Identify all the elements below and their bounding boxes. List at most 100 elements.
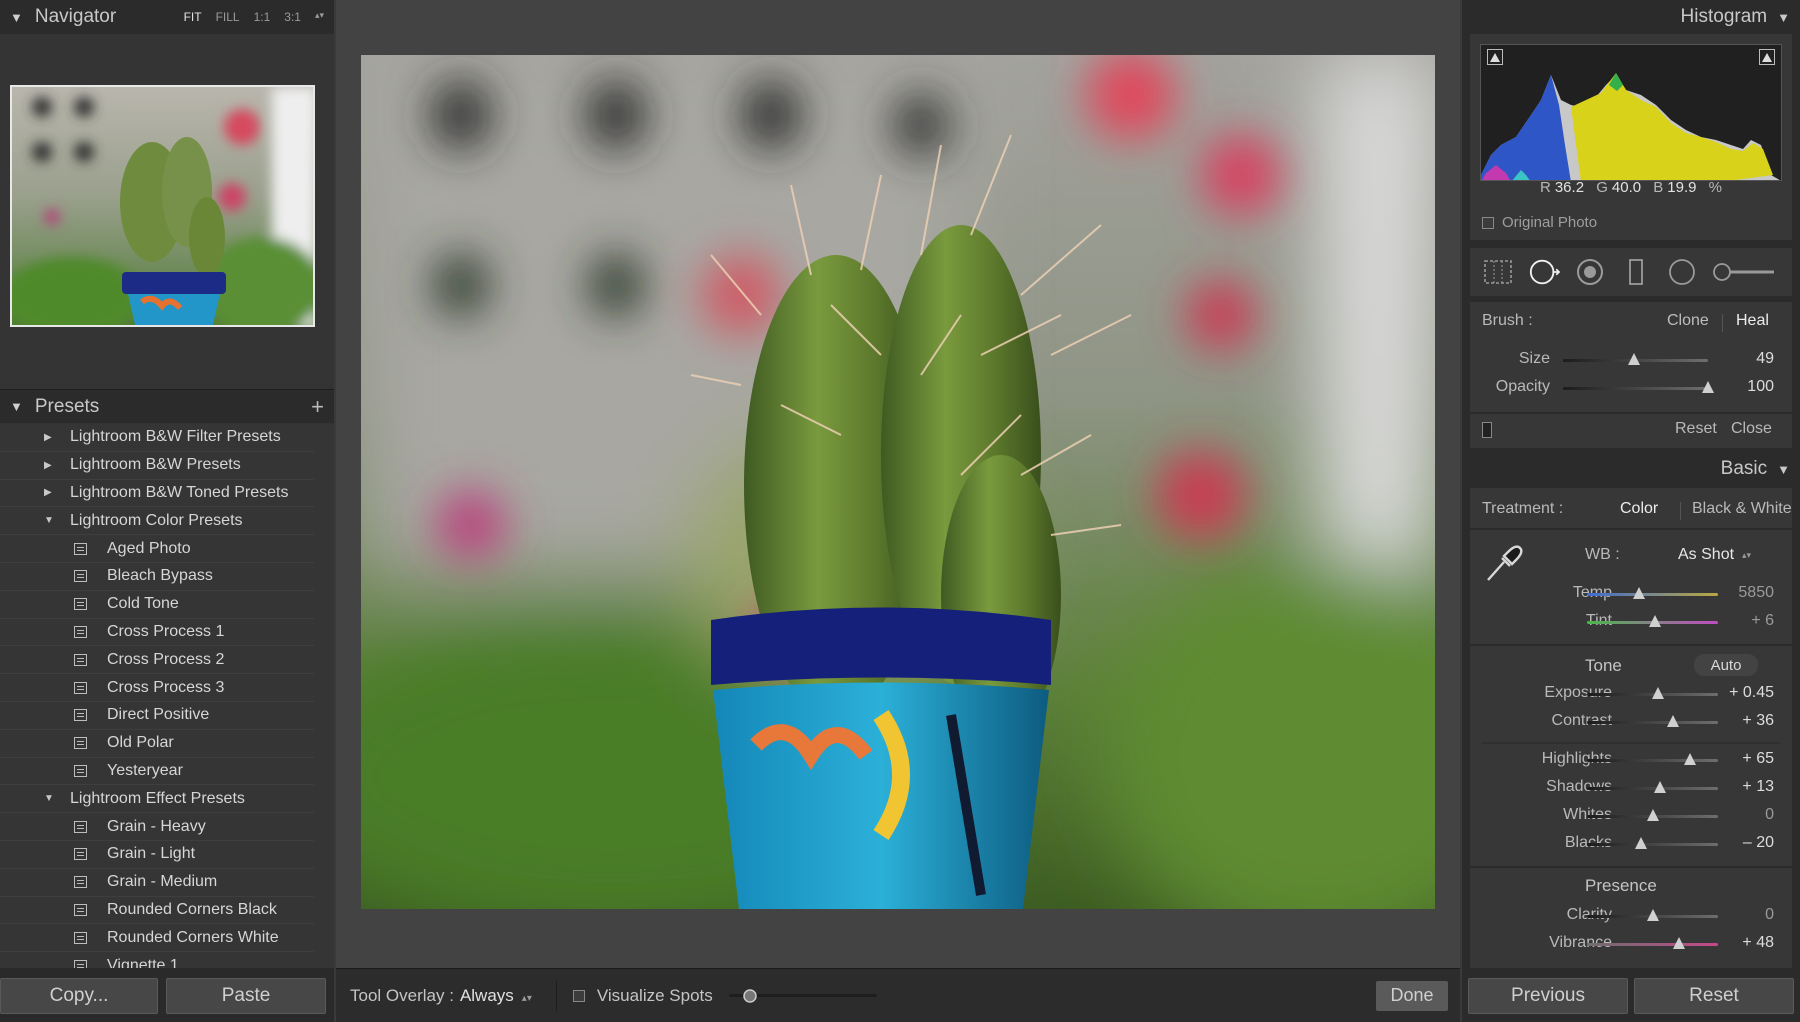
disclosure-collapsed-icon[interactable]: ▶: [44, 487, 70, 498]
navigator-thumbnail[interactable]: [10, 85, 315, 327]
shadows-value[interactable]: + 13: [1742, 778, 1774, 796]
basic-header[interactable]: Basic ▼: [1462, 452, 1800, 486]
preset-folder[interactable]: ▶ Lightroom B&W Toned Presets: [0, 480, 314, 508]
preset-item[interactable]: Cold Tone: [0, 591, 314, 619]
preset-folder[interactable]: ▼ Lightroom Color Presets: [0, 507, 314, 536]
whites-slider[interactable]: [1587, 809, 1718, 821]
size-value[interactable]: 49: [1756, 350, 1774, 368]
stepper-icon[interactable]: ▴▾: [522, 993, 532, 1004]
graduated-filter-tool[interactable]: [1620, 256, 1652, 288]
slider-thumb[interactable]: [1634, 837, 1647, 849]
clone-option[interactable]: Clone: [1667, 312, 1709, 330]
exposure-slider[interactable]: [1587, 687, 1718, 699]
preset-item[interactable]: Direct Positive: [0, 702, 314, 730]
heal-option[interactable]: Heal: [1736, 312, 1769, 330]
stepper-icon[interactable]: ▴▾: [1742, 550, 1751, 561]
zoom-1-1[interactable]: 1:1: [254, 10, 271, 24]
adjustment-brush-tool[interactable]: [1712, 256, 1776, 288]
slider-thumb[interactable]: [1651, 687, 1664, 699]
clarity-slider[interactable]: [1587, 909, 1718, 921]
disclosure-collapsed-icon[interactable]: ▶: [44, 460, 70, 471]
slider-thumb[interactable]: [1646, 809, 1659, 821]
blacks-slider[interactable]: [1587, 837, 1718, 849]
preset-item[interactable]: Aged Photo: [0, 535, 314, 563]
size-slider[interactable]: [1563, 353, 1708, 365]
collapse-triangle-icon[interactable]: ▼: [10, 399, 23, 414]
preset-item[interactable]: Rounded Corners White: [0, 924, 314, 953]
tint-value[interactable]: + 6: [1751, 612, 1774, 630]
original-photo-toggle[interactable]: Original Photo: [1482, 214, 1597, 231]
disclosure-expanded-icon[interactable]: ▼: [44, 515, 70, 526]
opacity-slider[interactable]: [1563, 381, 1714, 393]
zoom-fit[interactable]: FIT: [184, 10, 202, 24]
slider-thumb-icon[interactable]: [743, 989, 757, 1003]
contrast-value[interactable]: + 36: [1742, 712, 1774, 730]
paste-button[interactable]: Paste: [166, 978, 326, 1014]
collapse-triangle-icon[interactable]: ▼: [1777, 462, 1790, 477]
zoom-fill[interactable]: FILL: [216, 10, 240, 24]
zoom-3-1[interactable]: 3:1: [284, 10, 301, 24]
visualize-spots-checkbox[interactable]: [572, 989, 585, 1002]
treatment-black-white[interactable]: Black & White: [1692, 500, 1792, 518]
temp-value[interactable]: 5850: [1738, 584, 1774, 602]
preset-folder[interactable]: ▼ Lightroom Effect Presets: [0, 785, 314, 814]
vibrance-slider[interactable]: [1587, 937, 1718, 949]
whites-value[interactable]: 0: [1765, 806, 1774, 824]
presets-header[interactable]: ▼ Presets +: [0, 389, 334, 423]
visualize-spots-slider[interactable]: [728, 989, 877, 1003]
blacks-value[interactable]: – 20: [1743, 834, 1774, 852]
preset-item[interactable]: Rounded Corners Black: [0, 897, 314, 925]
preset-item[interactable]: Grain - Heavy: [0, 813, 314, 841]
opacity-value[interactable]: 100: [1747, 378, 1774, 396]
shadows-slider[interactable]: [1587, 781, 1718, 793]
original-photo-checkbox[interactable]: [1482, 216, 1494, 229]
disclosure-expanded-icon[interactable]: ▼: [44, 793, 70, 804]
collapse-triangle-icon[interactable]: ▼: [10, 10, 23, 25]
wb-value[interactable]: As Shot: [1678, 546, 1734, 564]
preset-item[interactable]: Cross Process 1: [0, 619, 314, 647]
add-preset-icon[interactable]: +: [311, 394, 324, 420]
tint-slider[interactable]: [1587, 615, 1718, 627]
done-button[interactable]: Done: [1376, 980, 1448, 1011]
preset-item[interactable]: Cross Process 2: [0, 646, 314, 675]
red-eye-tool[interactable]: [1574, 256, 1606, 288]
preset-folder[interactable]: ▶ Lightroom B&W Presets: [0, 452, 314, 480]
slider-thumb[interactable]: [1684, 753, 1697, 765]
shadow-clipping-button[interactable]: [1487, 49, 1503, 65]
switch-toggle-icon[interactable]: [1482, 422, 1492, 438]
clarity-value[interactable]: 0: [1765, 906, 1774, 924]
spot-removal-tool[interactable]: [1528, 256, 1560, 288]
copy-button[interactable]: Copy...: [0, 978, 158, 1014]
slider-thumb[interactable]: [1702, 381, 1714, 393]
preset-item[interactable]: Yesteryear: [0, 758, 314, 786]
zoom-stepper-icon[interactable]: ▴▾: [315, 10, 324, 24]
tool-overlay-control[interactable]: Tool Overlay : Always ▴▾: [350, 986, 532, 1006]
slider-thumb[interactable]: [1646, 909, 1659, 921]
disclosure-collapsed-icon[interactable]: ▶: [44, 432, 70, 443]
navigator-header[interactable]: ▼ Navigator FIT FILL 1:1 3:1 ▴▾: [0, 0, 334, 34]
preset-item[interactable]: Grain - Light: [0, 841, 314, 869]
preset-item[interactable]: Old Polar: [0, 730, 314, 758]
preset-item[interactable]: Cross Process 3: [0, 674, 314, 702]
crop-overlay-tool[interactable]: [1482, 256, 1514, 288]
slider-thumb[interactable]: [1649, 615, 1662, 627]
highlight-clipping-button[interactable]: [1759, 49, 1775, 65]
preset-item[interactable]: Vignette 1: [0, 952, 314, 969]
main-photo[interactable]: [361, 55, 1435, 909]
reset-button[interactable]: Reset: [1675, 420, 1717, 438]
previous-button[interactable]: Previous: [1468, 978, 1628, 1014]
histogram-header[interactable]: Histogram ▼: [1462, 0, 1800, 34]
contrast-slider[interactable]: [1587, 715, 1718, 727]
temp-slider[interactable]: [1587, 587, 1718, 599]
preset-folder[interactable]: ▶ Lightroom B&W Filter Presets: [0, 424, 314, 452]
slider-thumb[interactable]: [1633, 587, 1646, 599]
close-button[interactable]: Close: [1731, 420, 1772, 438]
tool-overlay-value[interactable]: Always: [460, 986, 514, 1005]
highlights-value[interactable]: + 65: [1742, 750, 1774, 768]
auto-tone-button[interactable]: Auto: [1694, 654, 1758, 676]
radial-filter-tool[interactable]: [1666, 256, 1698, 288]
slider-thumb[interactable]: [1654, 781, 1667, 793]
white-balance-selector[interactable]: [1482, 540, 1526, 589]
collapse-triangle-icon[interactable]: ▼: [1777, 10, 1790, 25]
treatment-color[interactable]: Color: [1620, 500, 1658, 518]
